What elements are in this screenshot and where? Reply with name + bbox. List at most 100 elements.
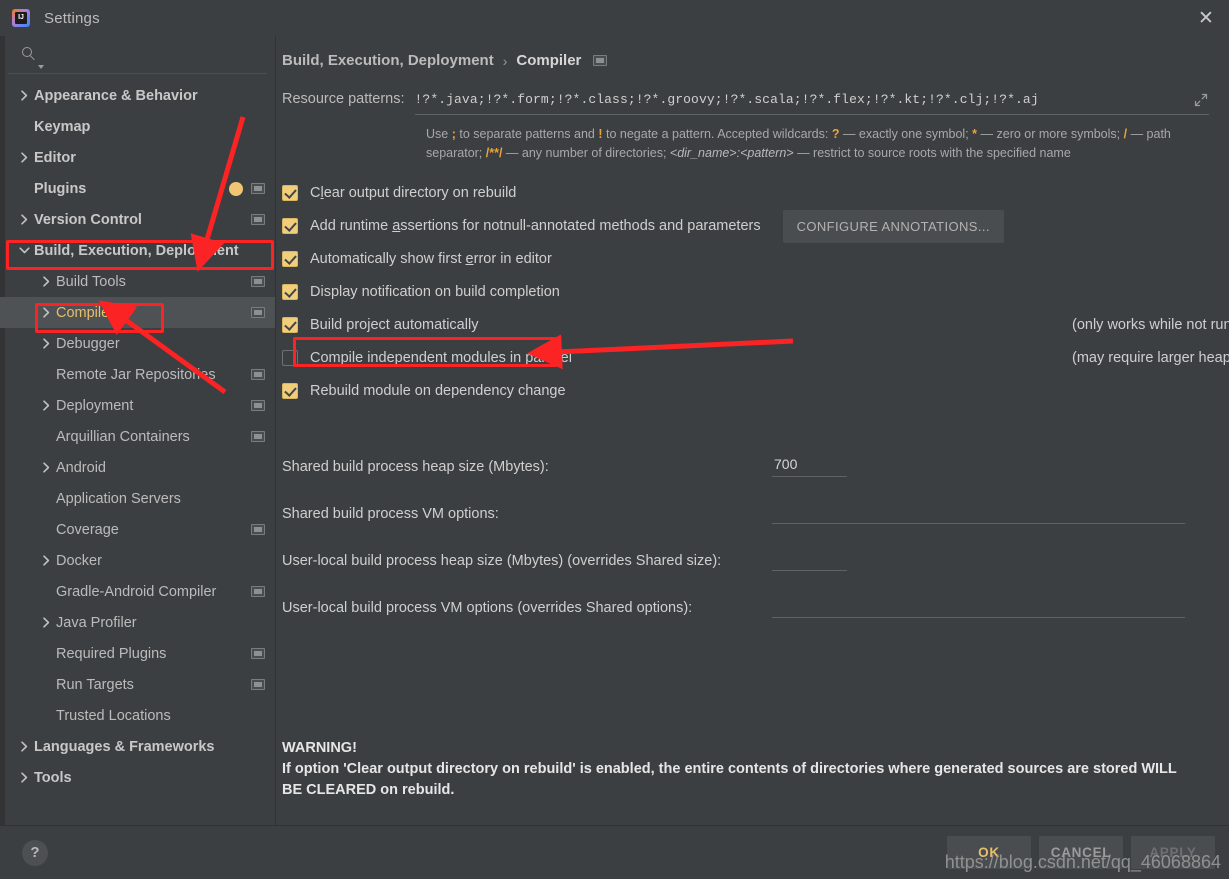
- checkbox-label-post: ear output directory on rebuild: [323, 185, 517, 201]
- project-settings-badge-icon: [593, 55, 608, 66]
- sidebar-item-trusted-locations[interactable]: Trusted Locations: [0, 700, 275, 731]
- sidebar-item-coverage[interactable]: Coverage: [0, 514, 275, 545]
- sidebar-item-editor[interactable]: Editor: [0, 142, 275, 173]
- checkbox-rebuild-module-on-dependency-change[interactable]: [282, 383, 298, 399]
- chevron-right-icon[interactable]: [36, 462, 56, 473]
- sidebar-item-run-targets[interactable]: Run Targets: [0, 669, 275, 700]
- sidebar-item-label: Java Profiler: [56, 614, 137, 631]
- sidebar-item-gradle-android-compiler[interactable]: Gradle-Android Compiler: [0, 576, 275, 607]
- configure-annotations-button[interactable]: CONFIGURE ANNOTATIONS...: [782, 209, 1004, 243]
- chevron-right-icon[interactable]: [36, 555, 56, 566]
- sidebar-item-android[interactable]: Android: [0, 452, 275, 483]
- expand-icon[interactable]: [1193, 92, 1209, 108]
- checkbox-clear-output-directory-on-rebuild[interactable]: [282, 185, 298, 201]
- chevron-down-icon[interactable]: [14, 246, 34, 255]
- sidebar-item-label: Build Tools: [56, 273, 126, 290]
- ok-button[interactable]: OK: [947, 836, 1031, 869]
- sidebar-item-appearance-behavior[interactable]: Appearance & Behavior: [0, 80, 275, 111]
- chevron-right-icon[interactable]: [14, 90, 34, 101]
- project-settings-badge-icon: [251, 648, 265, 659]
- dialog-body: Appearance & Behavior Keymap Editor Plugins…: [0, 36, 1229, 825]
- close-icon[interactable]: ✕: [1183, 0, 1229, 36]
- dialog-footer: ? OK CANCEL APPLY https://blog.csdn.net/…: [0, 825, 1229, 879]
- sidebar-item-label: Docker: [56, 552, 102, 569]
- chevron-right-icon[interactable]: [14, 152, 34, 163]
- sidebar-item-tools[interactable]: Tools: [0, 762, 275, 793]
- checkbox-row-add-runtime-assertions-for-notnull-annotated-met[interactable]: Add runtime assertions for notnull-annot…: [282, 209, 1209, 243]
- input-user-local-build-process-vm-options-overrides-[interactable]: [772, 596, 1185, 618]
- sidebar-item-plugins[interactable]: Plugins: [0, 173, 275, 204]
- checkbox-row-compile-independent-modules-in-parallel[interactable]: Compile independent modules in parallel (…: [282, 342, 1229, 375]
- checkbox-row-automatically-show-first-error-in-editor[interactable]: Automatically show first error in editor: [282, 243, 1209, 276]
- project-settings-badge-icon: [251, 369, 265, 380]
- sidebar-item-label: Remote Jar Repositories: [56, 366, 216, 383]
- sidebar-item-label: Appearance & Behavior: [34, 87, 198, 104]
- search-input[interactable]: [50, 47, 253, 62]
- sidebar-item-docker[interactable]: Docker: [0, 545, 275, 576]
- hint-p8: — restrict to source roots with the spec…: [793, 145, 1071, 160]
- sidebar-item-required-plugins[interactable]: Required Plugins: [0, 638, 275, 669]
- settings-dialog: Settings ✕ Appearance & Behavior Keymap Ed…: [0, 0, 1229, 879]
- checkbox-label-mnemonic: e: [465, 251, 474, 267]
- cancel-button[interactable]: CANCEL: [1039, 836, 1123, 869]
- resource-patterns-label: Resource patterns:: [282, 91, 405, 107]
- input-user-local-build-process-heap-size-mbytes-over[interactable]: [772, 549, 847, 571]
- chevron-right-icon[interactable]: [36, 338, 56, 349]
- sidebar-item-label: Tools: [34, 769, 72, 786]
- breadcrumb-parent[interactable]: Build, Execution, Deployment: [282, 52, 494, 69]
- input-shared-build-process-heap-size-mbytes[interactable]: [772, 455, 847, 477]
- checkbox-add-runtime-assertions-for-notnull-annotated-met[interactable]: [282, 218, 298, 234]
- chevron-right-icon[interactable]: [14, 741, 34, 752]
- title-bar: Settings ✕: [0, 0, 1229, 36]
- checkbox-compile-independent-modules-in-parallel[interactable]: [282, 350, 298, 366]
- sidebar-item-deployment[interactable]: Deployment: [0, 390, 275, 421]
- sidebar-item-build-execution-deployment[interactable]: Build, Execution, Deployment: [0, 235, 275, 266]
- checkbox-display-notification-on-build-completion[interactable]: [282, 284, 298, 300]
- project-settings-badge-icon: [251, 276, 265, 287]
- sidebar-item-remote-jar-repositories[interactable]: Remote Jar Repositories: [0, 359, 275, 390]
- sidebar-item-arquillian-containers[interactable]: Arquillian Containers: [0, 421, 275, 452]
- hint-p2: to separate patterns and: [455, 126, 599, 141]
- checkbox-label-post: ssertions for notnull-annotated methods …: [400, 218, 761, 234]
- sidebar-item-debugger[interactable]: Debugger: [0, 328, 275, 359]
- chevron-right-icon[interactable]: [14, 772, 34, 783]
- help-icon[interactable]: ?: [22, 839, 48, 866]
- checkbox-label-pre: Add runtime: [310, 218, 393, 234]
- chevron-right-icon[interactable]: [36, 617, 56, 628]
- hint-p1: Use: [426, 126, 452, 141]
- chevron-down-icon[interactable]: [38, 65, 44, 69]
- chevron-right-icon[interactable]: [36, 400, 56, 411]
- sidebar-item-keymap[interactable]: Keymap: [0, 111, 275, 142]
- sidebar-item-version-control[interactable]: Version Control: [0, 204, 275, 235]
- sidebar-search[interactable]: [8, 36, 267, 74]
- resource-patterns-field[interactable]: !?*.java;!?*.form;!?*.class;!?*.groovy;!…: [414, 92, 1209, 115]
- chevron-right-icon[interactable]: [36, 276, 56, 287]
- chevron-right-icon[interactable]: [36, 307, 56, 318]
- checkbox-row-clear-output-directory-on-rebuild[interactable]: Clear output directory on rebuild: [282, 177, 1209, 210]
- checkbox-build-project-automatically[interactable]: [282, 317, 298, 333]
- sidebar-item-languages-frameworks[interactable]: Languages & Frameworks: [0, 731, 275, 762]
- checkbox-label: Automatically show first error in editor: [310, 251, 552, 267]
- field-row-shared-build-process-vm-options: Shared build process VM options:: [282, 477, 1209, 524]
- checkbox-row-build-project-automatically[interactable]: Build project automatically (only works w…: [282, 309, 1229, 342]
- sidebar-item-label: Android: [56, 459, 106, 476]
- checkbox-row-rebuild-module-on-dependency-change[interactable]: Rebuild module on dependency change: [282, 375, 1209, 408]
- sidebar-item-label: Coverage: [56, 521, 119, 538]
- field-row-shared-build-process-heap-size-mbytes: Shared build process heap size (Mbytes):: [282, 430, 1209, 477]
- input-shared-build-process-vm-options[interactable]: [772, 502, 1185, 524]
- sidebar-item-build-tools[interactable]: Build Tools: [0, 266, 275, 297]
- apply-button: APPLY: [1131, 836, 1215, 869]
- project-settings-badge-icon: [251, 307, 265, 318]
- checkbox-automatically-show-first-error-in-editor[interactable]: [282, 251, 298, 267]
- checkbox-label: Add runtime assertions for notnull-annot…: [310, 218, 761, 234]
- sidebar-item-java-profiler[interactable]: Java Profiler: [0, 607, 275, 638]
- sidebar-item-compiler[interactable]: Compiler: [0, 297, 275, 328]
- checkbox-label: Compile independent modules in parallel: [310, 350, 572, 366]
- checkbox-row-display-notification-on-build-completion[interactable]: Display notification on build completion: [282, 276, 1209, 309]
- sidebar-item-label: Debugger: [56, 335, 120, 352]
- sidebar-item-application-servers[interactable]: Application Servers: [0, 483, 275, 514]
- hint-p3: to negate a pattern. Accepted wildcards:: [602, 126, 832, 141]
- checkbox-label: Rebuild module on dependency change: [310, 383, 566, 399]
- chevron-right-icon[interactable]: [14, 214, 34, 225]
- field-label: User-local build process heap size (Mbyt…: [282, 552, 722, 569]
